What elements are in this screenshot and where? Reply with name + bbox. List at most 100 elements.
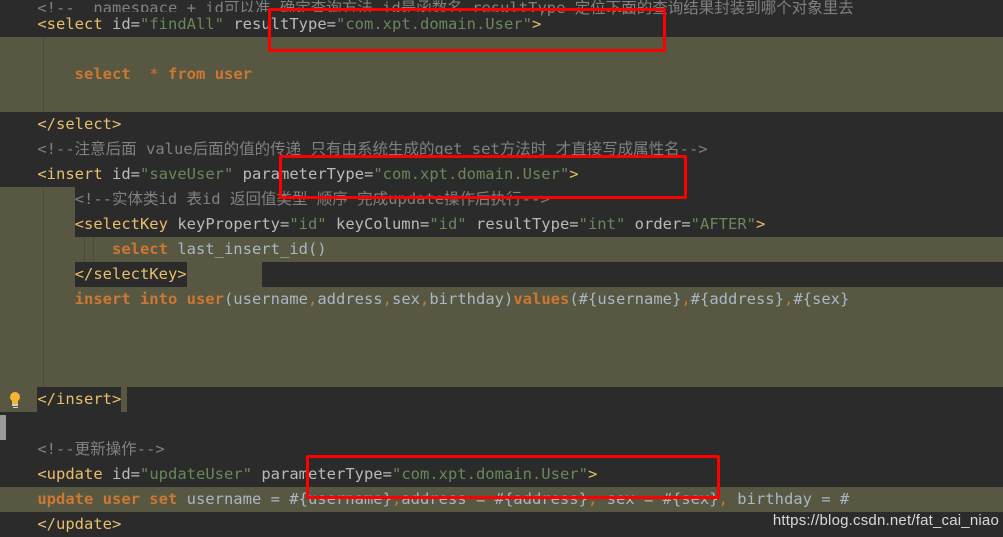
token-plain: username = #{username} [177,490,392,508]
token-op: , [718,490,728,508]
token-plain: (username [223,290,308,308]
code-line[interactable]: select * from user [0,62,1003,87]
token-tag: </select> [37,115,122,133]
token-tag: <selectKey [74,215,168,233]
token-str: "saveUser" [140,165,234,183]
token-op: , [783,290,794,308]
token-tag: </update> [37,515,122,533]
code-line[interactable] [0,412,1003,437]
code-line[interactable]: <insert id="saveUser" parameterType="com… [0,162,1003,187]
code-text: select * from user [75,62,252,87]
token-cmt: <!--实体类id 表id 返回值类型 顺序 完成update操作后执行--> [74,190,550,208]
code-line[interactable]: <!--更新操作--> [0,437,1003,462]
code-text: select last_insert_id() [112,237,327,262]
token-kw: select [74,65,131,83]
token-cmt: <!--更新操作--> [37,440,165,458]
token-kw: from [168,65,206,83]
token-attr: order= [634,215,691,233]
token-tag: <insert [37,165,103,183]
token-str: "com.xpt.domain.User" [373,165,570,183]
token-attr: resultType= [233,15,336,33]
token-tag: <update [37,465,103,483]
token-kw: update user set [37,490,178,508]
code-editor[interactable]: <!-- namespace + id可以准 确定查询方法 id是函数名 res… [0,0,1003,537]
token-str: "AFTER" [690,215,756,233]
warning-squiggle [604,9,634,12]
token-str: "id" [289,215,327,233]
token-str: "findAll" [140,15,224,33]
token-kw: values [513,290,570,308]
code-line[interactable]: select last_insert_id() [0,237,1003,262]
token-plain: #{sex} [793,290,850,308]
code-text: </selectKey> [74,262,187,287]
code-line[interactable]: <!--注意后面 value后面的值的传递 只有由系统生成的get set方法时… [0,137,1003,162]
token-kw: insert into user [74,290,224,308]
code-text: <!--实体类id 表id 返回值类型 顺序 完成update操作后执行--> [74,187,550,212]
code-line[interactable]: insert into user(username,address,sex,bi… [0,287,1003,312]
token-plain: #{address} [690,290,784,308]
token-op: , [382,290,392,308]
token-attr: id= [112,15,140,33]
code-text: <!--更新操作--> [37,437,165,462]
token-str: "id" [429,215,467,233]
token-attr: id= [112,465,140,483]
code-text: <selectKey keyProperty="id" keyColumn="i… [74,212,766,237]
code-line[interactable]: <update id="updateUser" parameterType="c… [0,462,1003,487]
token-op: , [391,490,402,508]
code-line[interactable]: update user set username = #{username},a… [0,487,1003,512]
token-op: * [149,65,159,83]
code-line[interactable]: <selectKey keyProperty="id" keyColumn="i… [0,212,1003,237]
token-tag: > [587,465,598,483]
token-kw: select [111,240,168,258]
token-tag: > [755,215,766,233]
token-kw: user [214,65,253,83]
lightbulb-icon[interactable] [8,392,22,408]
code-line[interactable]: <select id="findAll" resultType="com.xpt… [0,12,1003,37]
token-plain: last_insert_id() [167,240,327,258]
watermark: https://blog.csdn.net/fat_cai_niao [772,512,999,529]
code-line[interactable]: <!--实体类id 表id 返回值类型 顺序 完成update操作后执行--> [0,187,1003,212]
token-cmt: <!--注意后面 value后面的值的传递 只有由系统生成的get set方法时… [37,140,708,158]
token-attr: id= [112,165,140,183]
token-plain: sex [391,290,420,308]
token-str: "int" [578,215,626,233]
code-text: insert into user(username,address,sex,bi… [75,287,850,312]
token-op: , [307,290,318,308]
token-plain: address = #{address} [401,490,588,508]
token-str: "com.xpt.domain.User" [336,15,532,33]
code-line[interactable]: </insert> [0,387,1003,412]
token-op: , [681,290,691,308]
token-str: "com.xpt.domain.User" [391,465,588,483]
code-line[interactable]: </select> [0,112,1003,137]
token-attr: resultType= [475,215,579,233]
selection-strip [262,312,1003,387]
token-str: "updateUser" [140,465,252,483]
code-text: <!--注意后面 value后面的值的传递 只有由系统生成的get set方法时… [37,137,708,162]
code-text: update user set username = #{username},a… [37,487,849,512]
token-plain: birthday) [429,290,514,308]
code-line[interactable]: </selectKey> [0,262,1003,287]
